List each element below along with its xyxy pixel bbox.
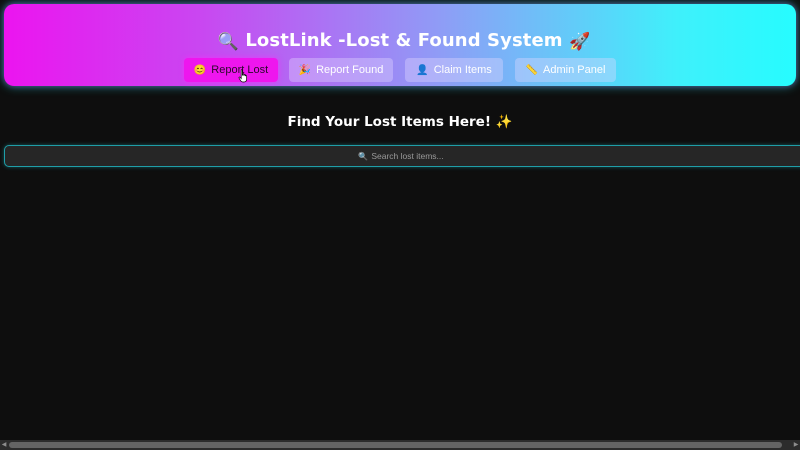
ruler-icon: 📏 [525,65,539,76]
scroll-left-arrow-icon[interactable]: ◀ [0,440,8,450]
smile-icon: 😊 [193,65,207,76]
search-placeholder: 🔍 Search lost items... [5,146,797,166]
admin-panel-label: Admin Panel [543,64,606,76]
sparkles-icon: ✨ [495,114,513,130]
section-title: Find Your Lost Items Here! ✨ [0,114,800,130]
app-title: 🔍 LostLink -Lost & Found System 🚀 [4,30,800,52]
app-page: 🔍 LostLink -Lost & Found System 🚀 😊 Repor… [0,0,800,450]
party-popper-icon: 🎉 [298,65,312,76]
main-nav: 😊 Report Lost 🎉 Report Found 👤 Claim Items … [0,58,800,82]
scroll-right-arrow-icon[interactable]: ▶ [792,440,800,450]
rocket-icon: 🚀 [569,32,591,52]
horizontal-scrollbar[interactable]: ◀ ▶ [0,440,800,450]
app-title-text: LostLink -Lost & Found System [245,30,563,51]
report-lost-button[interactable]: 😊 Report Lost [184,58,278,82]
admin-panel-button[interactable]: 📏 Admin Panel [515,58,616,82]
person-icon: 👤 [416,65,429,76]
report-found-button[interactable]: 🎉 Report Found [289,58,393,82]
search-icon: 🔍 [217,32,239,52]
hand-pointer-icon [238,69,247,83]
search-icon: 🔍 [358,152,369,161]
search-input[interactable]: 🔍 Search lost items... [4,145,800,167]
report-found-label: Report Found [316,64,384,76]
claim-items-label: Claim Items [433,64,492,76]
claim-items-button[interactable]: 👤 Claim Items [405,58,503,82]
scrollbar-thumb[interactable] [9,442,782,448]
search-placeholder-text: Search lost items... [371,151,444,161]
section-title-text: Find Your Lost Items Here! [287,114,491,130]
